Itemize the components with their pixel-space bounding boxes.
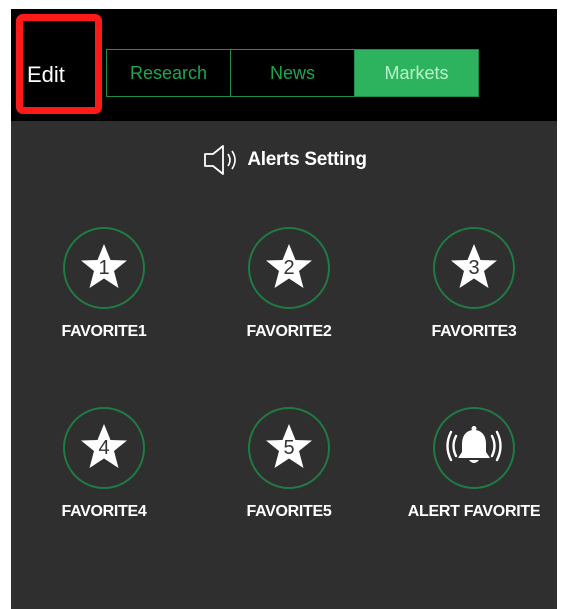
favorite-number: 5 (283, 437, 294, 459)
favorite-label: FAVORITE5 (246, 503, 332, 520)
alerts-setting-label: Alerts Setting (247, 149, 367, 170)
favorite-circle: 5 (248, 407, 330, 489)
favorite-2[interactable]: 2 FAVORITE2 (204, 227, 374, 367)
alert-favorite[interactable]: ALERT FAVORITE (389, 407, 557, 547)
favorite-4[interactable]: 4 FAVORITE4 (19, 407, 189, 547)
favorite-circle: 2 (248, 227, 330, 309)
favorite-circle: 1 (63, 227, 145, 309)
favorite-number: 2 (283, 257, 294, 279)
speaker-icon (204, 145, 237, 175)
favorite-number: 4 (98, 437, 109, 459)
edit-highlight-box (16, 14, 102, 114)
segmented-tabs: Research News Markets (106, 49, 479, 97)
star-icon: 5 (266, 424, 312, 468)
star-icon: 2 (266, 244, 312, 288)
tab-news[interactable]: News (231, 50, 355, 96)
star-icon: 1 (81, 244, 127, 288)
favorite-1[interactable]: 1 FAVORITE1 (19, 227, 189, 367)
favorite-circle: 4 (63, 407, 145, 489)
star-icon: 3 (451, 244, 497, 288)
favorite-label: FAVORITE2 (246, 323, 332, 340)
top-bar: Edit Research News Markets (11, 9, 557, 121)
favorite-number: 1 (98, 257, 109, 279)
favorite-circle: 3 (433, 227, 515, 309)
favorite-5[interactable]: 5 FAVORITE5 (204, 407, 374, 547)
app-screen: Edit Research News Markets Alerts Settin… (11, 9, 557, 609)
favorite-circle (433, 407, 515, 489)
favorite-label: FAVORITE4 (61, 503, 147, 520)
favorite-3[interactable]: 3 FAVORITE3 (389, 227, 557, 367)
tab-research[interactable]: Research (107, 50, 231, 96)
favorite-label: ALERT FAVORITE (407, 503, 541, 520)
favorite-label: FAVORITE1 (61, 323, 147, 340)
favorite-number: 3 (468, 257, 479, 279)
alerts-setting-button[interactable]: Alerts Setting (11, 135, 557, 185)
bell-icon (446, 426, 502, 463)
favorite-label: FAVORITE3 (431, 323, 517, 340)
star-icon: 4 (81, 424, 127, 468)
tab-markets[interactable]: Markets (355, 50, 478, 96)
